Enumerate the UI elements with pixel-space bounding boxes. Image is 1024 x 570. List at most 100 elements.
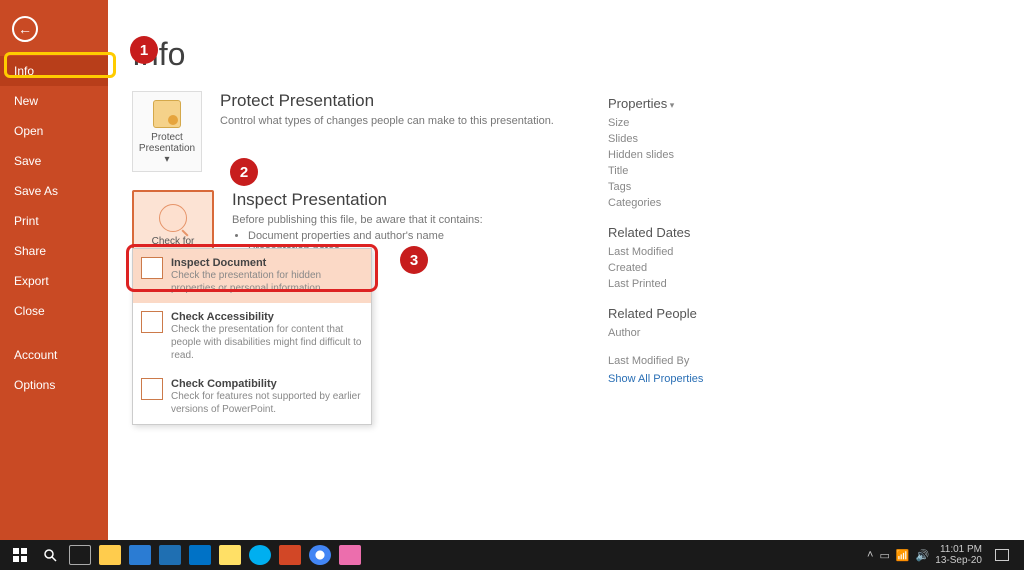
battery-icon[interactable]: ▭: [879, 549, 889, 562]
tile-label: Protect Presentation ▾: [139, 132, 195, 165]
taskbar-app-skype[interactable]: [246, 543, 274, 567]
protect-text: Protect Presentation Control what types …: [220, 91, 554, 131]
windows-taskbar: ˄ ▭ 📶 🔊 11:01 PM 13-Sep-20: [0, 540, 1024, 570]
menu-item-check-compatibility[interactable]: Check Compatibility Check for features n…: [133, 370, 371, 424]
back-arrow-icon: ←: [18, 21, 32, 37]
sidebar-item-save-as[interactable]: Save As: [0, 176, 108, 206]
task-view-icon: [69, 545, 91, 565]
menu-title: Inspect Document: [171, 257, 363, 269]
sidebar-item-export[interactable]: Export: [0, 266, 108, 296]
taskbar-app-generic[interactable]: [336, 543, 364, 567]
taskbar-app-powerpoint[interactable]: [276, 543, 304, 567]
menu-desc: Check the presentation for content that …: [171, 323, 363, 362]
page-title: Info: [132, 36, 1000, 73]
prop-last-modified-by: Last Modified By: [608, 355, 703, 367]
prop-created: Created: [608, 262, 703, 274]
folder-icon: [99, 545, 121, 565]
sidebar-item-close[interactable]: Close: [0, 296, 108, 326]
prop-author: Author: [608, 327, 703, 339]
sidebar-item-label: Print: [14, 214, 39, 228]
compatibility-icon: [141, 378, 163, 400]
app-icon: [339, 545, 361, 565]
magnifier-icon: [159, 204, 187, 232]
notification-icon: [995, 549, 1009, 561]
inspect-title: Inspect Presentation: [232, 190, 483, 210]
related-dates-header: Related Dates: [608, 225, 703, 240]
sidebar-item-label: Close: [14, 304, 45, 318]
sidebar-item-label: Save: [14, 154, 41, 168]
tray-chevron-up-icon[interactable]: ˄: [867, 549, 873, 561]
taskbar-app-store[interactable]: [156, 543, 184, 567]
protect-title: Protect Presentation: [220, 91, 554, 111]
accessibility-icon: [141, 311, 163, 333]
prop-last-modified: Last Modified: [608, 246, 703, 258]
main-panel: Info Protect Presentation ▾ Protect Pres…: [108, 0, 1024, 540]
document-search-icon: [141, 257, 163, 279]
show-all-properties-link[interactable]: Show All Properties: [608, 373, 703, 385]
powerpoint-icon: [279, 545, 301, 565]
menu-item-check-accessibility[interactable]: Check Accessibility Check the presentati…: [133, 303, 371, 370]
sidebar-item-label: Info: [14, 64, 34, 78]
taskbar-app-outlook[interactable]: [186, 543, 214, 567]
prop-size: Size: [608, 117, 703, 129]
sidebar-item-save[interactable]: Save: [0, 146, 108, 176]
sidebar-item-options[interactable]: Options: [0, 370, 108, 400]
sidebar-item-new[interactable]: New: [0, 86, 108, 116]
clock-time: 11:01 PM: [935, 544, 982, 555]
prop-hidden-slides: Hidden slides: [608, 149, 703, 161]
sidebar-item-label: Share: [14, 244, 46, 258]
inspect-row: Check for Issues ▾ Inspect Presentation …: [132, 190, 1000, 270]
action-center-button[interactable]: [988, 543, 1016, 567]
chrome-icon: [309, 545, 331, 565]
inspect-bullet: Document properties and author's name: [248, 230, 483, 242]
inspect-desc: Before publishing this file, be aware th…: [232, 214, 483, 226]
menu-desc: Check the presentation for hidden proper…: [171, 269, 363, 295]
store-icon: [159, 545, 181, 565]
check-issues-menu: Inspect Document Check the presentation …: [132, 248, 372, 425]
properties-panel: Properties Size Slides Hidden slides Tit…: [608, 96, 703, 385]
sidebar-item-label: Account: [14, 348, 57, 362]
prop-title: Title: [608, 165, 703, 177]
backstage-sidebar: ← Info New Open Save Save As Print Share…: [0, 0, 108, 540]
properties-header[interactable]: Properties: [608, 96, 703, 111]
prop-slides: Slides: [608, 133, 703, 145]
clock-date: 13-Sep-20: [935, 555, 982, 566]
sticky-notes-icon: [219, 545, 241, 565]
sidebar-item-share[interactable]: Share: [0, 236, 108, 266]
search-button[interactable]: [36, 543, 64, 567]
system-tray[interactable]: ˄ ▭ 📶 🔊: [867, 549, 929, 562]
taskbar-app-notes[interactable]: [216, 543, 244, 567]
sidebar-item-info[interactable]: Info: [0, 56, 108, 86]
taskbar-app-file-explorer[interactable]: [96, 543, 124, 567]
sidebar-item-label: Export: [14, 274, 49, 288]
back-button[interactable]: ←: [12, 16, 38, 42]
start-button[interactable]: [6, 543, 34, 567]
skype-icon: [249, 545, 271, 565]
sidebar-item-open[interactable]: Open: [0, 116, 108, 146]
protect-presentation-button[interactable]: Protect Presentation ▾: [132, 91, 202, 172]
wifi-icon[interactable]: 📶: [896, 549, 910, 562]
menu-title: Check Accessibility: [171, 311, 363, 323]
taskbar-clock[interactable]: 11:01 PM 13-Sep-20: [929, 544, 988, 566]
sidebar-item-account[interactable]: Account: [0, 340, 108, 370]
edge-icon: [129, 545, 151, 565]
sidebar-item-print[interactable]: Print: [0, 206, 108, 236]
outlook-icon: [189, 545, 211, 565]
volume-icon[interactable]: 🔊: [916, 549, 930, 562]
protect-row: Protect Presentation ▾ Protect Presentat…: [132, 91, 1000, 172]
prop-last-printed: Last Printed: [608, 278, 703, 290]
task-view-button[interactable]: [66, 543, 94, 567]
menu-title: Check Compatibility: [171, 378, 363, 390]
sidebar-item-label: Options: [14, 378, 55, 392]
taskbar-app-edge[interactable]: [126, 543, 154, 567]
protect-desc: Control what types of changes people can…: [220, 115, 554, 127]
related-people-header: Related People: [608, 306, 703, 321]
windows-icon: [13, 548, 27, 562]
prop-tags: Tags: [608, 181, 703, 193]
taskbar-app-chrome[interactable]: [306, 543, 334, 567]
prop-categories: Categories: [608, 197, 703, 209]
menu-item-inspect-document[interactable]: Inspect Document Check the presentation …: [133, 249, 371, 303]
sidebar-item-label: Save As: [14, 184, 58, 198]
search-icon: [43, 548, 57, 562]
shield-lock-icon: [153, 100, 181, 128]
